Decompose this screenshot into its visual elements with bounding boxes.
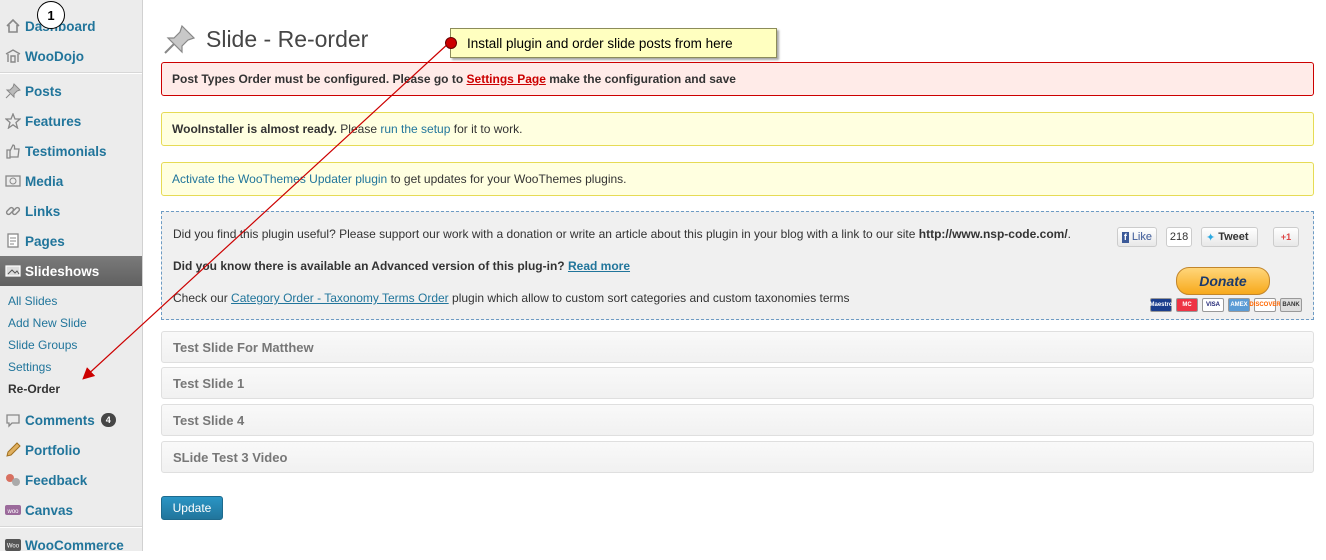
- annotation-callout: Install plugin and order slide posts fro…: [450, 28, 777, 58]
- callout-dot-icon: [445, 37, 457, 49]
- callout-text: Install plugin and order slide posts fro…: [467, 35, 733, 51]
- annotation-arrow: [82, 41, 451, 380]
- step-number-badge: 1: [37, 1, 65, 29]
